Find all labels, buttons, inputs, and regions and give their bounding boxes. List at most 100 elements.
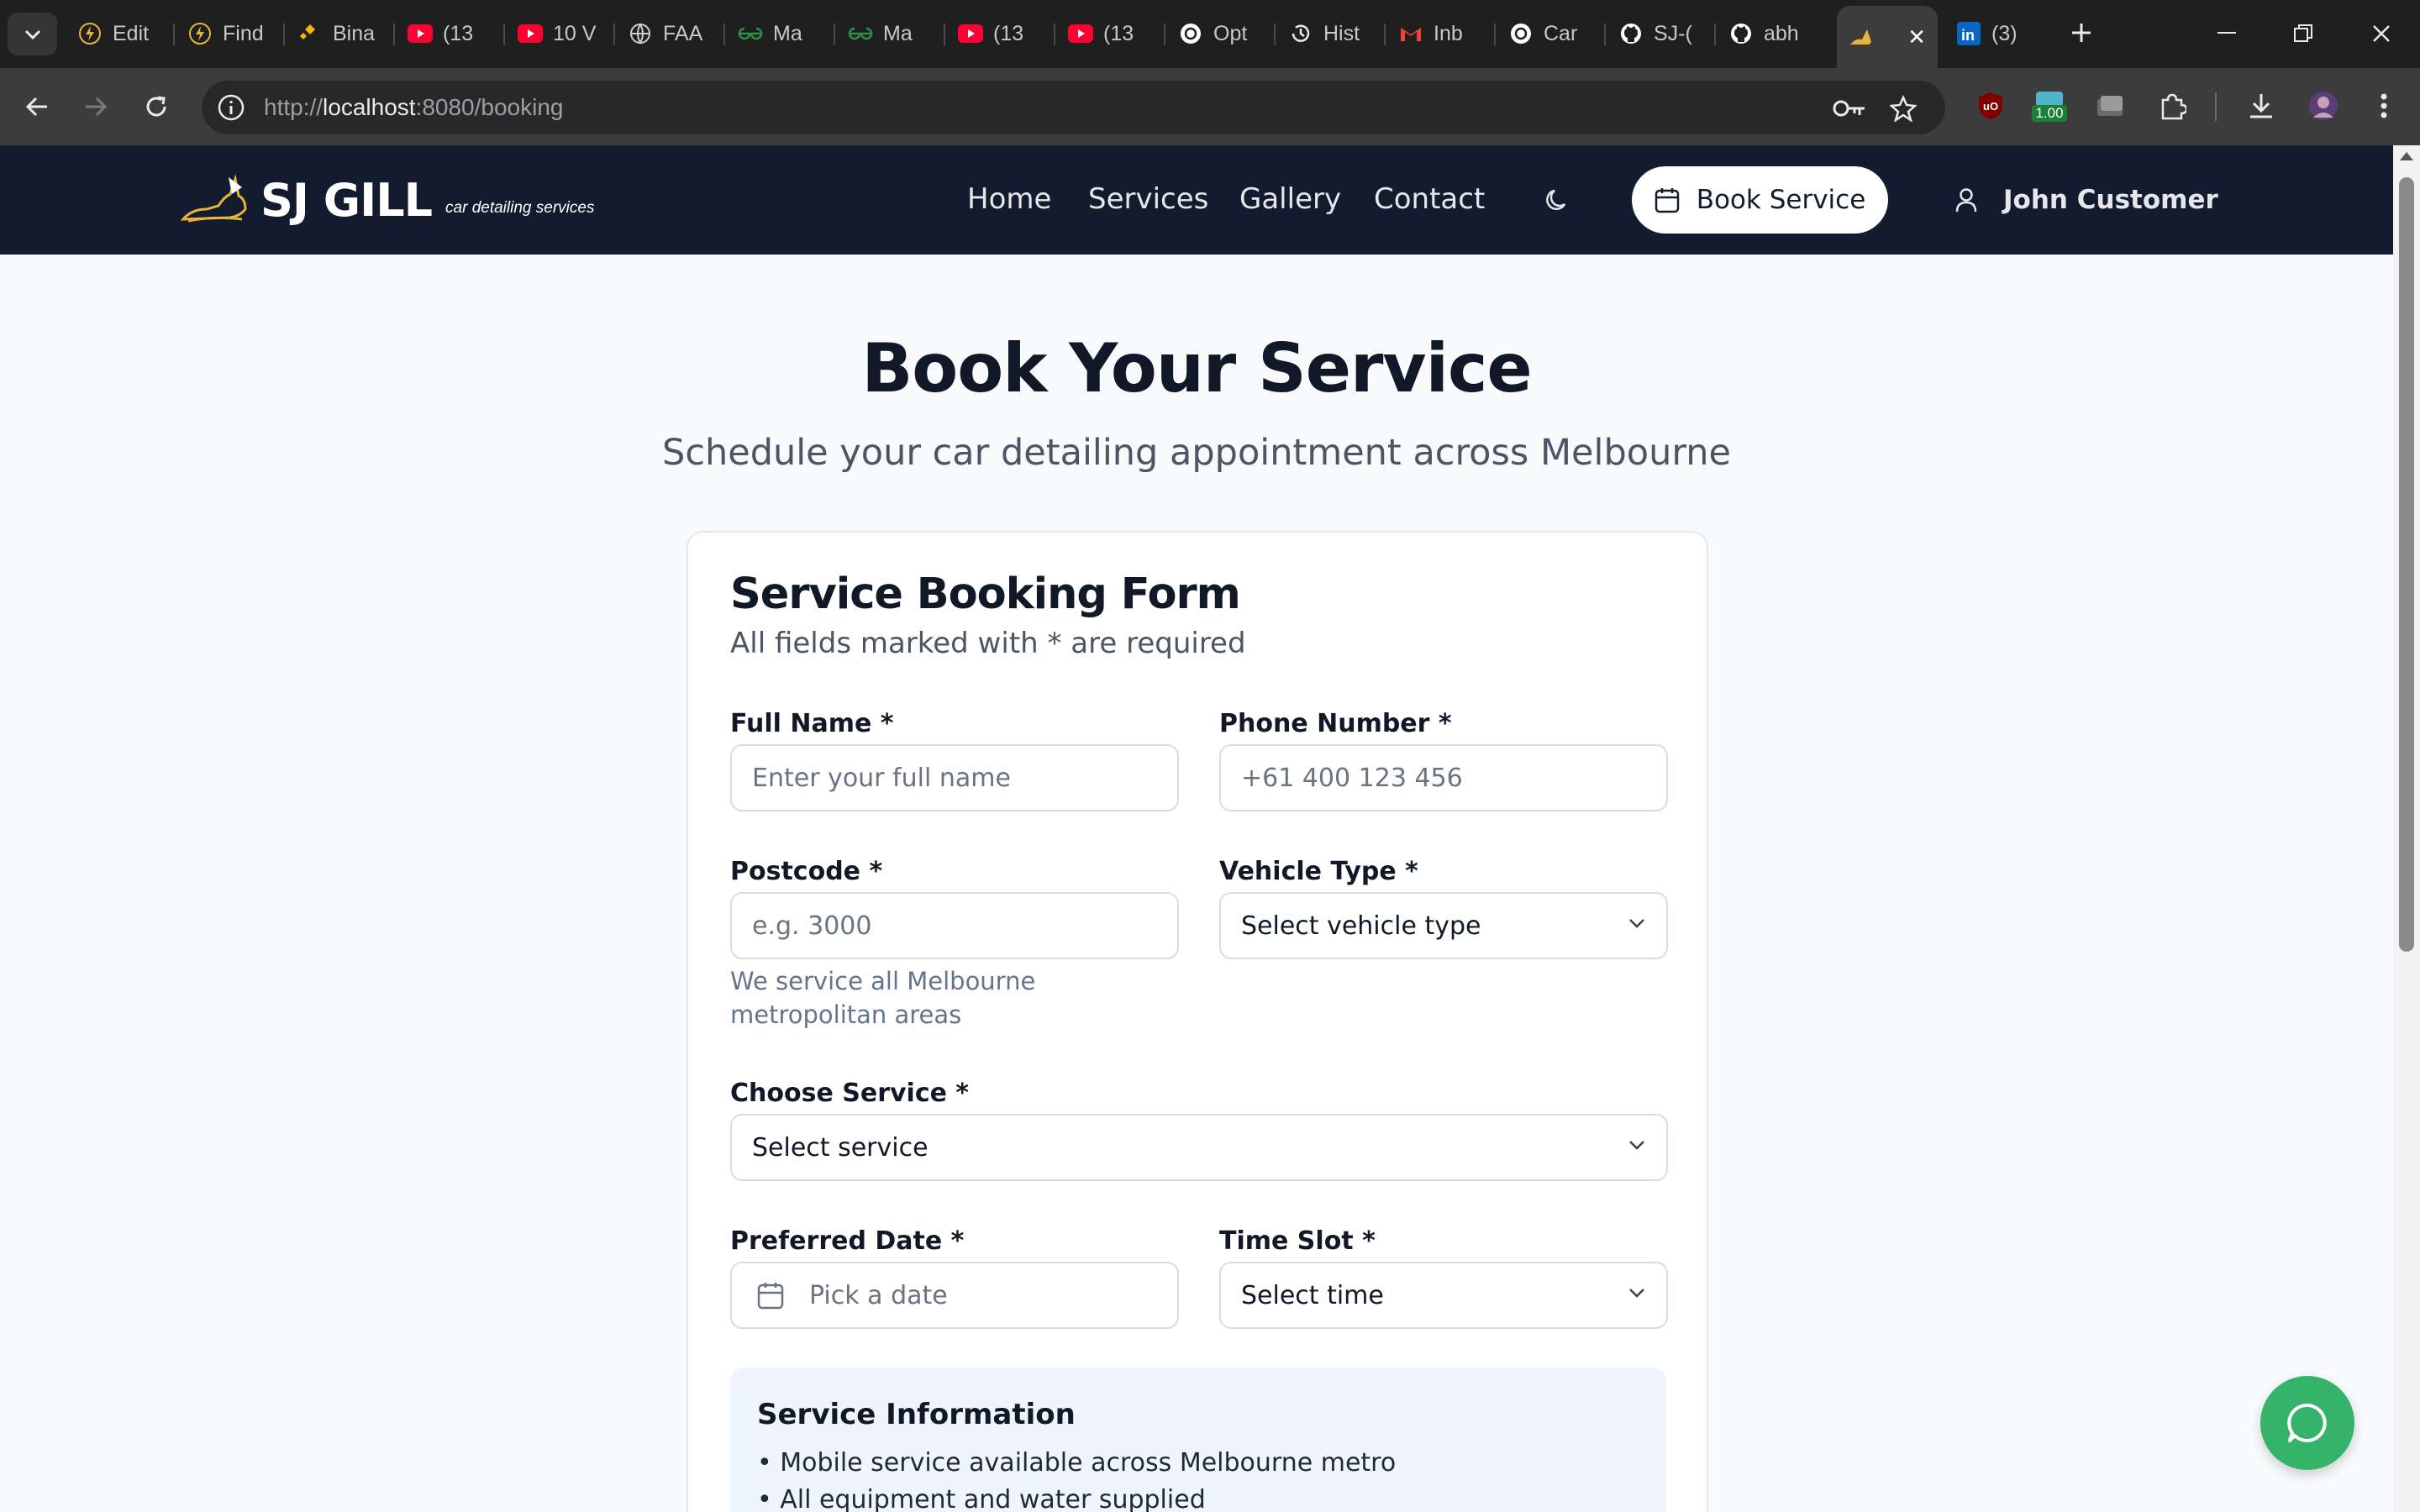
folder-extension-icon[interactable] bbox=[2091, 87, 2129, 125]
browser-tab[interactable]: Find bbox=[176, 14, 283, 53]
chat-button[interactable] bbox=[2260, 1376, 2354, 1470]
postcode-hint: We service all Melbourne metropolitan ar… bbox=[730, 967, 1036, 1029]
tab-separator bbox=[1054, 24, 1055, 45]
service-info-box: Service Information • Mobile service ava… bbox=[730, 1368, 1666, 1512]
browser-tab[interactable]: abh bbox=[1717, 14, 1824, 53]
tab-separator bbox=[1714, 24, 1716, 45]
back-button[interactable] bbox=[17, 87, 57, 127]
extensions-puzzle-icon[interactable] bbox=[2153, 87, 2191, 125]
close-window-button[interactable] bbox=[2358, 12, 2405, 55]
nav-contact[interactable]: Contact bbox=[1374, 182, 1485, 216]
tab-label: Edit bbox=[113, 21, 150, 45]
user-name: John Customer bbox=[2003, 185, 2218, 215]
browser-tab[interactable]: Ma bbox=[836, 14, 944, 53]
speed-extension-icon[interactable]: 1.00 bbox=[2030, 87, 2069, 125]
browser-tab[interactable]: (13 bbox=[946, 14, 1054, 53]
service-value: Select service bbox=[752, 1132, 929, 1163]
forward-button[interactable] bbox=[76, 87, 116, 127]
tab-label: abh bbox=[1764, 21, 1799, 45]
restore-button[interactable] bbox=[2280, 12, 2327, 55]
tab-linkedin[interactable]: in (3) bbox=[1944, 14, 2052, 53]
sj-gill-favicon bbox=[1849, 24, 1874, 50]
plus-icon bbox=[2072, 24, 2091, 42]
browser-tab[interactable]: (13 bbox=[396, 14, 503, 53]
geeksforgeeks-favicon bbox=[848, 21, 873, 46]
ublock-extension-icon[interactable]: uO bbox=[1971, 87, 2010, 125]
nav-home[interactable]: Home bbox=[967, 182, 1051, 216]
date-picker-button[interactable]: Pick a date bbox=[730, 1262, 1179, 1329]
nav-gallery[interactable]: Gallery bbox=[1239, 182, 1341, 216]
tab-separator bbox=[503, 24, 505, 45]
browser-tab[interactable]: FAA bbox=[616, 14, 723, 53]
history-favicon bbox=[1288, 21, 1313, 46]
tab-separator bbox=[613, 24, 615, 45]
browser-menu-icon[interactable] bbox=[2365, 87, 2403, 125]
date-label: Preferred Date * bbox=[730, 1226, 965, 1256]
vehicle-type-value: Select vehicle type bbox=[1241, 911, 1481, 941]
theme-toggle-button[interactable] bbox=[1538, 184, 1575, 218]
reload-button[interactable] bbox=[136, 87, 176, 127]
browser-tab[interactable]: Bina bbox=[286, 14, 393, 53]
nav-services[interactable]: Services bbox=[1088, 182, 1208, 216]
time-slot-value: Select time bbox=[1241, 1280, 1384, 1310]
calendar-icon bbox=[757, 1283, 784, 1310]
scrollbar-thumb[interactable] bbox=[2399, 177, 2414, 952]
chat-bubble-icon bbox=[2287, 1403, 2327, 1442]
time-slot-select[interactable]: Select time bbox=[1219, 1262, 1668, 1329]
tab-separator bbox=[1274, 24, 1276, 45]
date-value: Pick a date bbox=[809, 1280, 948, 1310]
browser-tab[interactable]: Inb bbox=[1386, 14, 1494, 53]
booking-form-card: Service Booking Form All fields marked w… bbox=[687, 531, 1708, 1512]
browser-tab[interactable]: SJ-( bbox=[1607, 14, 1714, 53]
postcode-input[interactable] bbox=[730, 892, 1179, 959]
service-select[interactable]: Select service bbox=[730, 1114, 1668, 1181]
profile-avatar[interactable] bbox=[2304, 87, 2343, 125]
vehicle-type-select[interactable]: Select vehicle type bbox=[1219, 892, 1668, 959]
scroll-up-arrow[interactable] bbox=[2400, 152, 2413, 160]
browser-tab[interactable]: Car bbox=[1497, 14, 1604, 53]
tab-active[interactable]: ✕ bbox=[1837, 6, 1938, 68]
site-header: SJ GILL car detailing services Home Serv… bbox=[0, 145, 2393, 255]
book-service-button[interactable]: Book Service bbox=[1632, 166, 1888, 234]
browser-tab[interactable]: Hist bbox=[1276, 14, 1384, 53]
site-info-icon[interactable] bbox=[217, 93, 245, 122]
downloads-icon[interactable] bbox=[2242, 87, 2281, 125]
tab-label: (13 bbox=[443, 21, 474, 45]
browser-tab[interactable]: Opt bbox=[1166, 14, 1274, 53]
browser-tab[interactable]: Ma bbox=[726, 14, 834, 53]
tab-separator bbox=[834, 24, 835, 45]
new-tab-button[interactable] bbox=[2060, 12, 2102, 54]
bookmark-star-icon[interactable] bbox=[1886, 91, 1921, 126]
close-icon bbox=[2373, 25, 2390, 42]
browser-tab[interactable]: Edit bbox=[66, 14, 173, 53]
svg-text:uO: uO bbox=[1983, 100, 1998, 113]
tab-separator bbox=[1604, 24, 1606, 45]
tab-label: FAA bbox=[663, 21, 703, 45]
close-tab-icon[interactable]: ✕ bbox=[1907, 24, 1926, 50]
globe-favicon bbox=[628, 21, 653, 46]
minimize-button[interactable] bbox=[2203, 12, 2250, 55]
tab-separator bbox=[283, 24, 285, 45]
page-scrollbar[interactable] bbox=[2393, 145, 2420, 1512]
browser-tab[interactable]: 10 V bbox=[506, 14, 613, 53]
geeksforgeeks-favicon bbox=[738, 21, 763, 46]
tab-label: Ma bbox=[773, 21, 802, 45]
user-menu[interactable]: John Customer bbox=[1954, 179, 2218, 221]
youtube-favicon bbox=[1068, 21, 1093, 46]
site-logo[interactable]: SJ GILL car detailing services bbox=[180, 162, 594, 238]
arrow-left-icon bbox=[25, 97, 47, 117]
github-favicon bbox=[1618, 21, 1644, 46]
page-subtitle: Schedule your car detailing appointment … bbox=[662, 432, 1731, 474]
browser-tab[interactable]: (13 bbox=[1056, 14, 1164, 53]
address-bar[interactable]: http://localhost:8080/booking bbox=[202, 81, 1945, 134]
calendar-icon bbox=[1655, 188, 1679, 213]
password-key-icon[interactable] bbox=[1832, 91, 1867, 126]
tab-label: Find bbox=[223, 21, 264, 45]
phone-input[interactable] bbox=[1219, 744, 1668, 811]
youtube-favicon bbox=[518, 21, 543, 46]
full-name-input[interactable] bbox=[730, 744, 1179, 811]
logo-text: SJ GILL bbox=[260, 173, 433, 227]
moon-icon bbox=[1546, 189, 1566, 210]
toolbar-divider bbox=[2215, 92, 2217, 121]
tab-search-button[interactable] bbox=[8, 13, 57, 55]
